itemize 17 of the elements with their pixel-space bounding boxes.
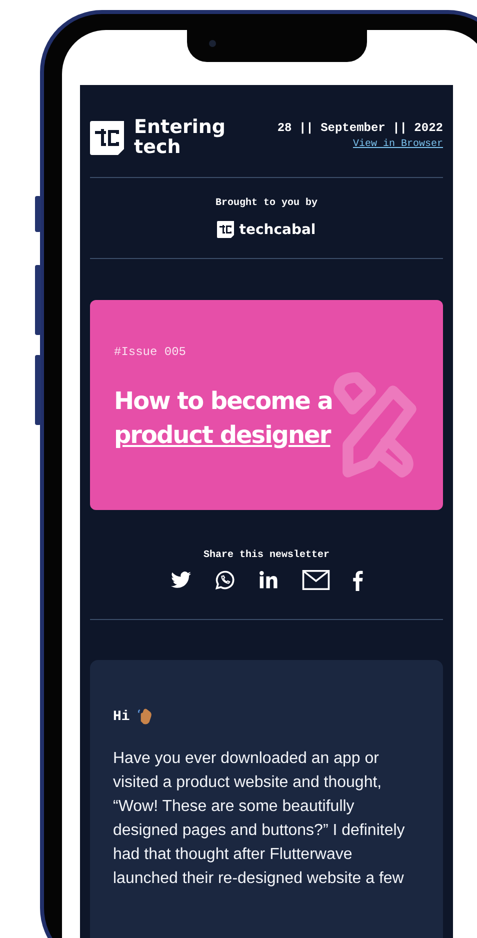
share-label: Share this newsletter — [203, 550, 330, 561]
view-in-browser-link[interactable]: View in Browser — [352, 139, 443, 150]
greeting: Hi — [113, 708, 130, 724]
sponsor-name: techcabal — [239, 222, 316, 238]
issue-date: 28 || September || 2022 — [277, 121, 443, 135]
mail-icon[interactable] — [302, 570, 330, 590]
whatsapp-icon[interactable] — [214, 569, 236, 591]
issue-number: #Issue 005 — [114, 345, 186, 359]
linkedin-icon[interactable] — [258, 569, 280, 591]
sponsor-label: Brought to you by — [215, 198, 318, 209]
facebook-icon[interactable] — [352, 570, 363, 590]
logo-icon — [217, 221, 234, 238]
twitter-icon[interactable] — [170, 569, 192, 591]
headline: How to become a product designer — [114, 386, 334, 451]
newsletter-title: Entering tech — [134, 117, 226, 157]
logo-icon — [90, 121, 124, 155]
letter-paragraph: Have you ever downloaded an app or visited a product website and thought, “Wow! These are some beautifully designed pages and buttons?” I definitely had that thought after Flutterwave launched their re-designed website a few — [113, 749, 406, 889]
